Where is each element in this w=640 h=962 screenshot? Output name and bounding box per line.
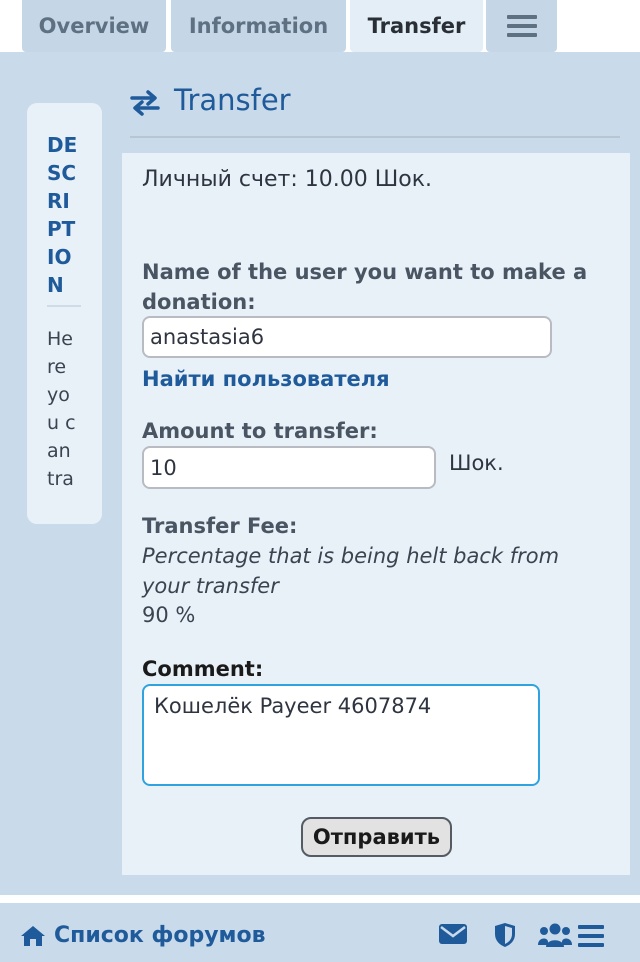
submit-button[interactable]: Отправить	[301, 817, 452, 857]
recipient-input[interactable]: anastasia6	[142, 316, 552, 358]
page-title: Transfer	[174, 83, 291, 117]
forum-list-link[interactable]: Список форумов	[20, 923, 266, 948]
hamburger-icon[interactable]	[578, 925, 604, 947]
description-card: DESCRIPTION Here you can tra	[27, 103, 102, 524]
hamburger-icon	[506, 15, 537, 37]
tab-transfer[interactable]: Transfer	[350, 0, 483, 52]
transfer-form: Личный счет: 10.00 Шок. Name of the user…	[122, 153, 630, 875]
amount-label: Amount to transfer:	[142, 419, 378, 443]
shield-icon[interactable]	[494, 922, 516, 948]
page-header: Transfer	[130, 80, 620, 138]
account-balance: Личный счет: 10.00 Шок.	[142, 167, 432, 192]
envelope-icon[interactable]	[438, 922, 468, 946]
recipient-label: Name of the user you want to make a dona…	[142, 260, 588, 314]
amount-value: 10	[150, 455, 177, 480]
comment-textarea[interactable]: Кошелёк Payeer 4607874	[142, 684, 540, 786]
transfer-arrows-icon	[130, 90, 160, 116]
description-text: Here you can tra	[47, 328, 76, 490]
fee-description: Percentage that is being helt back from …	[142, 544, 560, 598]
bottom-nav: Список форумов	[0, 903, 640, 962]
comment-value: Кошелёк Payeer 4607874	[154, 694, 432, 718]
fee-value: 90 %	[142, 603, 196, 627]
users-icon[interactable]	[538, 922, 572, 948]
amount-input[interactable]: 10	[142, 446, 436, 489]
home-icon	[21, 925, 45, 946]
comment-label: Comment:	[142, 657, 264, 681]
description-title: DESCRIPTION	[47, 131, 81, 307]
tab-information[interactable]: Information	[171, 0, 346, 52]
recipient-value: anastasia6	[150, 325, 265, 349]
forum-list-label: Список форумов	[54, 923, 266, 948]
tab-bar: Overview Information Transfer	[0, 0, 640, 52]
tab-overview[interactable]: Overview	[22, 0, 166, 52]
amount-unit: Шок.	[449, 451, 504, 475]
tab-menu[interactable]	[486, 0, 557, 52]
find-user-link[interactable]: Найти пользователя	[142, 367, 390, 391]
fee-label: Transfer Fee:	[142, 514, 298, 538]
